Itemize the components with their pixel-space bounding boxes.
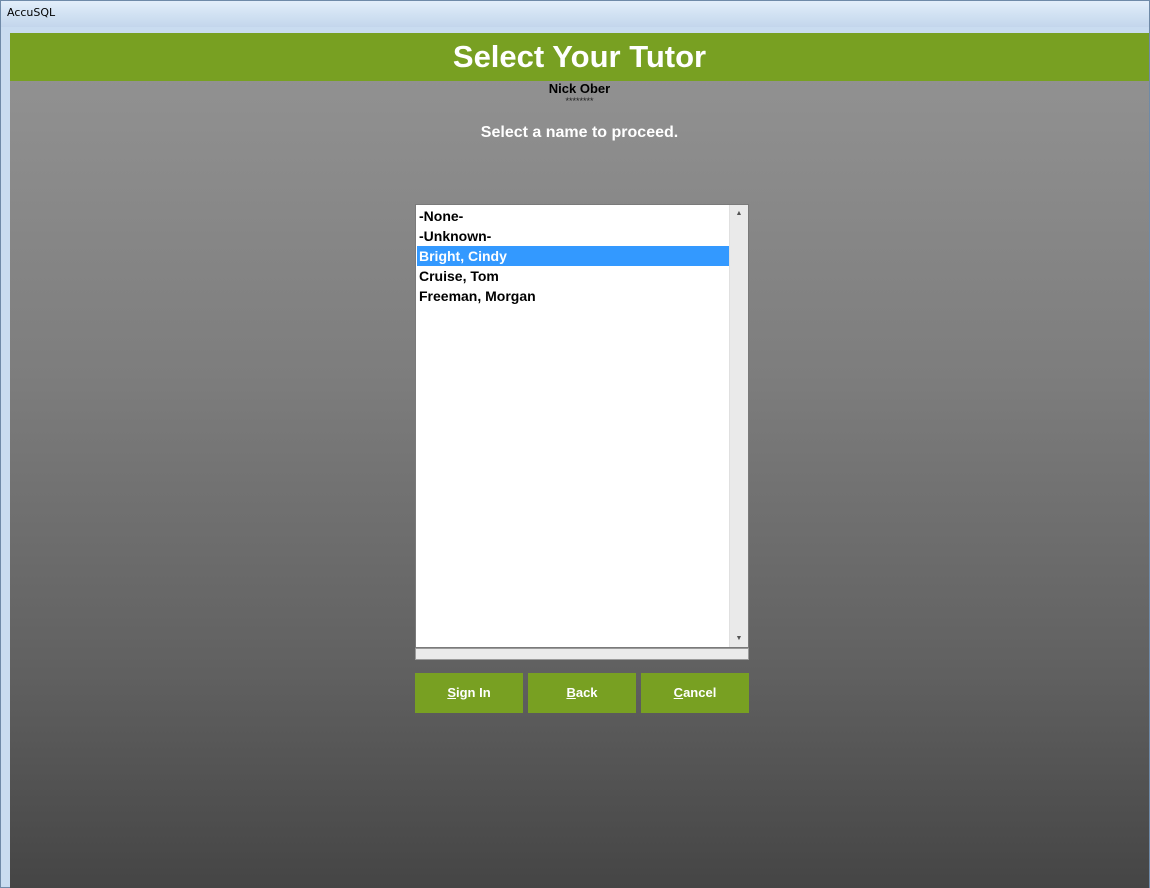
tutor-list-item[interactable]: -Unknown- xyxy=(417,226,729,246)
back-accel: B xyxy=(566,685,576,700)
tutor-listbox[interactable]: -None- -Unknown- Bright, Cindy Cruise, Tom F… xyxy=(415,204,749,648)
sign-in-label: ign In xyxy=(456,685,491,700)
tutor-list-item[interactable]: Freeman, Morgan xyxy=(417,286,729,306)
horizontal-scrollbar[interactable] xyxy=(415,648,749,660)
window-title: AccuSQL xyxy=(7,6,56,19)
user-name: Nick Ober xyxy=(548,81,611,96)
cancel-button[interactable]: Cancel xyxy=(641,673,749,713)
scroll-up-icon[interactable]: ▲ xyxy=(730,205,748,222)
scroll-down-icon[interactable]: ▼ xyxy=(730,630,748,647)
app-window: AccuSQL Select Your Tutor Nick Ober ****… xyxy=(0,0,1150,888)
sign-in-button[interactable]: Sign In xyxy=(415,673,523,713)
page-title: Select Your Tutor xyxy=(452,39,707,74)
cancel-accel: C xyxy=(673,685,684,700)
cancel-label: ancel xyxy=(683,685,717,700)
tutor-list-item[interactable]: Cruise, Tom xyxy=(417,266,729,286)
vertical-scrollbar[interactable]: ▲ ▼ xyxy=(729,205,748,647)
header-band: Select Your Tutor xyxy=(10,33,1149,81)
tutor-list-item[interactable]: Bright, Cindy xyxy=(417,246,729,266)
instruction-text: Select a name to proceed. xyxy=(480,124,679,141)
title-bar[interactable]: AccuSQL xyxy=(1,1,1149,27)
sign-in-accel: S xyxy=(447,685,456,700)
masked-password: ******** xyxy=(565,96,594,106)
main-content: Select Your Tutor Nick Ober ******** Sel… xyxy=(10,33,1149,888)
back-button[interactable]: Back xyxy=(528,673,636,713)
back-label: ack xyxy=(575,685,598,700)
tutor-list-item[interactable]: -None- xyxy=(417,206,729,226)
tutor-list-items: -None- -Unknown- Bright, Cindy Cruise, Tom F… xyxy=(417,206,729,306)
